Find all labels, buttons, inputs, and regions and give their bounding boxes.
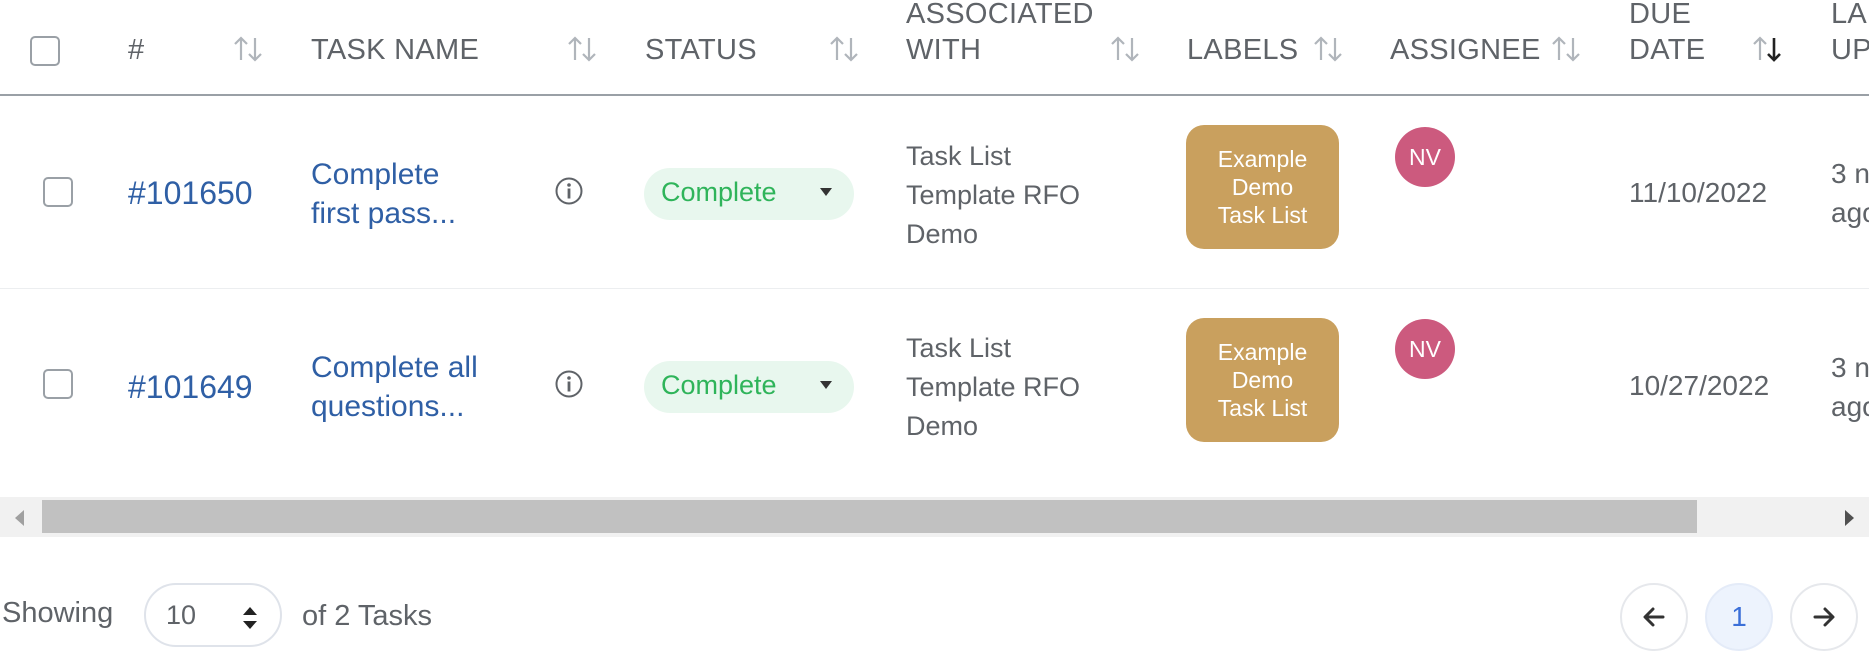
scrollbar-thumb[interactable] <box>42 500 1697 533</box>
page-1-button[interactable]: 1 <box>1705 583 1773 651</box>
task-name-link[interactable]: Complete first pass... <box>311 155 456 233</box>
assignee-avatar[interactable]: NV <box>1395 127 1455 187</box>
status-dropdown[interactable]: Complete <box>644 168 854 220</box>
arrow-left-icon <box>1643 607 1665 627</box>
next-page-button[interactable] <box>1790 583 1858 651</box>
info-icon[interactable] <box>554 369 584 399</box>
column-header-last-updated[interactable]: LA UP <box>1831 0 1869 68</box>
table-row: #101649 Complete all questions... Comple… <box>0 290 1869 483</box>
status-dropdown[interactable]: Complete <box>644 361 854 413</box>
due-date-text: 10/27/2022 <box>1629 370 1770 401</box>
column-header-id[interactable]: # <box>128 32 144 68</box>
column-header-labels[interactable]: LABELS <box>1187 32 1298 68</box>
page-size-value: 10 <box>166 600 197 630</box>
sort-arrows-icon[interactable] <box>1549 34 1583 64</box>
caret-down-icon <box>820 381 832 389</box>
select-all-checkbox[interactable] <box>30 36 60 66</box>
page-size-select[interactable]: 10 <box>144 583 282 647</box>
info-icon[interactable] <box>554 176 584 206</box>
column-header-assignee[interactable]: ASSIGNEE <box>1390 32 1541 68</box>
column-header-status[interactable]: STATUS <box>645 32 757 68</box>
table-row: #101650 Complete first pass... Complete … <box>0 96 1869 289</box>
last-updated-text: 3 n ago <box>1831 352 1869 422</box>
row-checkbox[interactable] <box>43 369 73 399</box>
sort-arrows-icon[interactable] <box>827 34 861 64</box>
task-name-link[interactable]: Complete all questions... <box>311 348 478 426</box>
scroll-right-arrow-icon[interactable] <box>1845 510 1854 526</box>
sort-arrows-icon[interactable] <box>565 34 599 64</box>
tasks-table: # TASK NAME STATUS ASSOCIATED WITH LABEL… <box>0 0 1869 497</box>
scroll-left-arrow-icon[interactable] <box>15 510 24 526</box>
column-header-due-date[interactable]: DUE DATE <box>1629 0 1705 68</box>
column-header-associated-with[interactable]: ASSOCIATED WITH <box>906 0 1094 68</box>
horizontal-scrollbar[interactable] <box>0 497 1869 537</box>
last-updated-text: 3 n ago <box>1831 158 1869 228</box>
sort-arrows-icon[interactable] <box>1311 34 1345 64</box>
assignee-avatar[interactable]: NV <box>1395 319 1455 379</box>
up-down-caret-icon <box>242 606 258 630</box>
row-checkbox[interactable] <box>43 177 73 207</box>
status-label: Complete <box>661 370 777 400</box>
total-tasks-label: of 2 Tasks <box>302 600 433 632</box>
caret-down-icon <box>820 188 832 196</box>
due-date-text: 11/10/2022 <box>1629 177 1768 208</box>
sort-arrows-icon[interactable] <box>1108 34 1142 64</box>
label-badge[interactable]: Example Demo Task List <box>1186 318 1339 442</box>
sort-arrows-icon[interactable] <box>231 34 265 64</box>
sort-desc-icon[interactable] <box>1750 34 1784 64</box>
task-id-link[interactable]: #101649 <box>128 369 253 406</box>
table-header: # TASK NAME STATUS ASSOCIATED WITH LABEL… <box>0 0 1869 96</box>
associated-with-text: Task List Template RFO Demo <box>906 333 1081 441</box>
arrow-right-icon <box>1813 607 1835 627</box>
column-header-task-name[interactable]: TASK NAME <box>311 32 479 68</box>
showing-label: Showing <box>2 597 114 629</box>
previous-page-button[interactable] <box>1620 583 1688 651</box>
task-id-link[interactable]: #101650 <box>128 175 253 212</box>
label-badge[interactable]: Example Demo Task List <box>1186 125 1339 249</box>
status-label: Complete <box>661 177 777 207</box>
associated-with-text: Task List Template RFO Demo <box>906 141 1081 249</box>
